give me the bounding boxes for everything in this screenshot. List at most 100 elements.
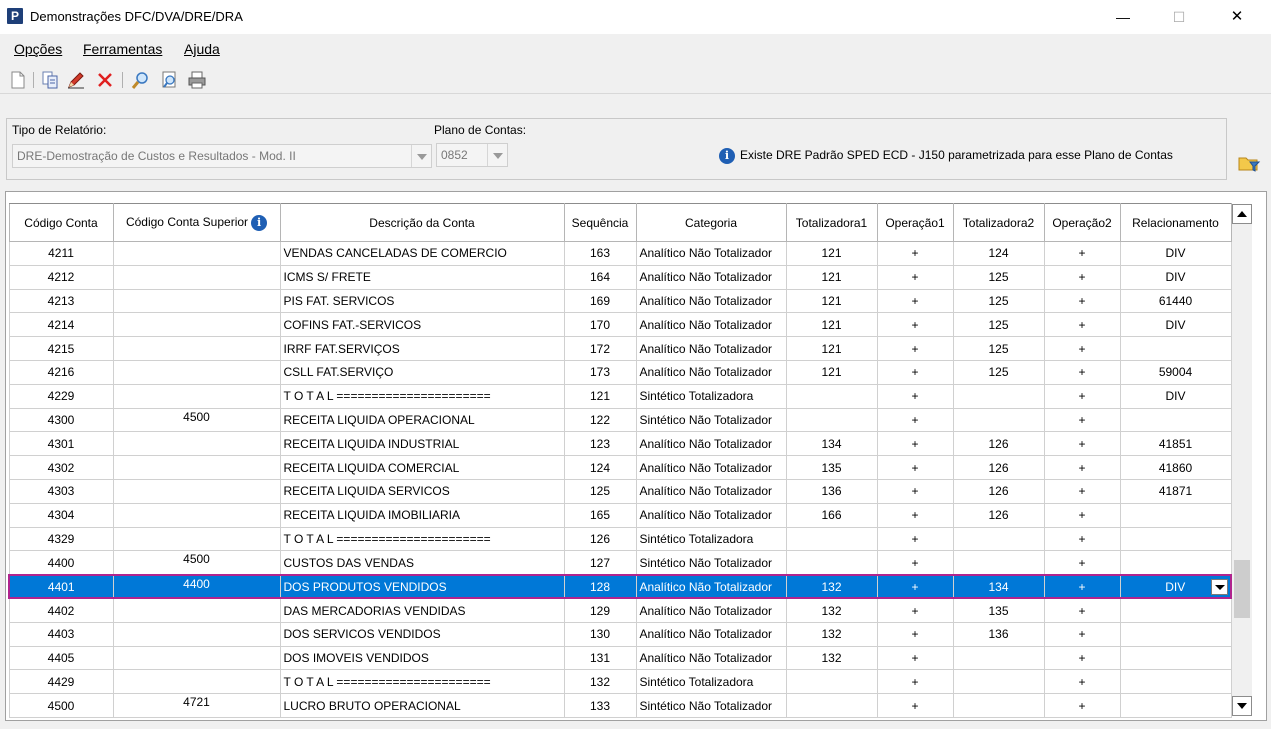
cell-categoria[interactable]: Sintético Totalizadora (635, 669, 787, 695)
cell-operacao1[interactable]: + (876, 431, 954, 457)
cell-categoria[interactable]: Analítico Não Totalizador (635, 359, 787, 385)
cell-totalizadora1[interactable]: 121 (785, 264, 878, 290)
cell-codigo-conta[interactable]: 4500 (8, 693, 114, 718)
cell-descricao[interactable]: RECEITA LIQUIDA OPERACIONAL (279, 407, 565, 433)
cell-codigo-superior[interactable] (112, 645, 281, 671)
cell-codigo-superior[interactable] (112, 455, 281, 480)
menu-opcoes[interactable]: Opções (14, 41, 62, 57)
cell-sequencia[interactable]: 165 (563, 502, 637, 528)
table-row[interactable]: 4213 PIS FAT. SERVICOS 169 Analítico Não To… (8, 288, 1232, 314)
cell-codigo-superior[interactable] (112, 478, 281, 504)
cell-totalizadora1[interactable] (785, 550, 878, 576)
menu-ferramentas[interactable]: Ferramentas (83, 41, 162, 57)
cell-categoria[interactable]: Analítico Não Totalizador (635, 455, 787, 480)
cell-descricao[interactable]: T O T A L ====================== (279, 526, 565, 552)
col-header-categoria[interactable]: Categoria (635, 203, 787, 242)
cell-sequencia[interactable]: 170 (563, 312, 637, 338)
cell-sequencia[interactable]: 163 (563, 241, 637, 266)
cell-operacao2[interactable]: + (1043, 455, 1121, 480)
cell-descricao[interactable]: DOS IMOVEIS VENDIDOS (279, 645, 565, 671)
cell-descricao[interactable]: RECEITA LIQUIDA IMOBILIARIA (279, 502, 565, 528)
cell-totalizadora2[interactable]: 125 (952, 264, 1045, 290)
cell-relacionamento[interactable]: DIV (1119, 264, 1232, 290)
cell-codigo-conta[interactable]: 4302 (8, 455, 114, 480)
cell-codigo-conta[interactable]: 4401 (8, 573, 114, 600)
menu-ajuda[interactable]: Ajuda (184, 41, 220, 57)
cell-codigo-conta[interactable]: 4402 (8, 597, 114, 623)
cell-descricao[interactable]: DOS PRODUTOS VENDIDOS (279, 573, 565, 600)
table-row[interactable]: 4405 DOS IMOVEIS VENDIDOS 131 Analítico Não… (8, 645, 1232, 671)
cell-categoria[interactable]: Analítico Não Totalizador (635, 431, 787, 457)
cell-categoria[interactable]: Analítico Não Totalizador (635, 312, 787, 338)
cell-operacao1[interactable]: + (876, 407, 954, 433)
col-header-descricao[interactable]: Descrição da Conta (279, 203, 565, 242)
cell-sequencia[interactable]: 126 (563, 526, 637, 552)
chart-of-accounts-select[interactable]: 0852 (436, 143, 508, 167)
cell-descricao[interactable]: DOS SERVICOS VENDIDOS (279, 621, 565, 647)
table-row[interactable]: 4400 4500 CUSTOS DAS VENDAS 127 Sintético Nã… (8, 550, 1232, 576)
cell-operacao2[interactable]: + (1043, 502, 1121, 528)
cell-sequencia[interactable]: 169 (563, 288, 637, 314)
search-magnifier-icon[interactable] (131, 70, 151, 90)
copy-icon[interactable] (40, 70, 60, 90)
cell-operacao2[interactable]: + (1043, 264, 1121, 290)
cell-categoria[interactable]: Analítico Não Totalizador (635, 241, 787, 266)
table-row[interactable]: 4329 T O T A L ====================== 126 S… (8, 526, 1232, 552)
cell-descricao[interactable]: T O T A L ====================== (279, 383, 565, 409)
cell-totalizadora2[interactable]: 125 (952, 288, 1045, 314)
cell-categoria[interactable]: Analítico Não Totalizador (635, 502, 787, 528)
cell-totalizadora1[interactable]: 132 (785, 621, 878, 647)
cell-relacionamento[interactable]: 41860 (1119, 455, 1232, 480)
col-header-codigo-conta[interactable]: Código Conta (8, 203, 114, 242)
cell-sequencia[interactable]: 164 (563, 264, 637, 290)
cell-codigo-superior[interactable] (112, 669, 281, 695)
cell-codigo-conta[interactable]: 4400 (8, 550, 114, 576)
cell-operacao2[interactable]: + (1043, 431, 1121, 457)
cell-totalizadora1[interactable]: 134 (785, 431, 878, 457)
cell-sequencia[interactable]: 130 (563, 621, 637, 647)
col-header-operacao1[interactable]: Operação1 (876, 203, 954, 242)
cell-sequencia[interactable]: 131 (563, 645, 637, 671)
folder-filter-icon[interactable] (1237, 152, 1261, 174)
cell-codigo-superior[interactable] (112, 312, 281, 338)
cell-codigo-conta[interactable]: 4216 (8, 359, 114, 385)
cell-operacao2[interactable]: + (1043, 573, 1121, 600)
table-row[interactable]: 4300 4500 RECEITA LIQUIDA OPERACIONAL 122 Si… (8, 407, 1232, 433)
col-header-sequencia[interactable]: Sequência (563, 203, 637, 242)
chevron-down-icon[interactable] (1211, 578, 1228, 595)
cell-codigo-conta[interactable]: 4303 (8, 478, 114, 504)
cell-categoria[interactable]: Analítico Não Totalizador (635, 645, 787, 671)
cell-codigo-conta[interactable]: 4405 (8, 645, 114, 671)
table-row[interactable]: 4500 4721 LUCRO BRUTO OPERACIONAL 133 Sintét… (8, 693, 1232, 718)
table-row[interactable]: 4401 4400 DOS PRODUTOS VENDIDOS 128 Analític… (8, 573, 1232, 600)
cell-relacionamento[interactable]: DIV (1119, 383, 1232, 409)
cell-codigo-superior[interactable]: 4721 (112, 693, 281, 718)
table-row[interactable]: 4429 T O T A L ====================== 132 S… (8, 669, 1232, 695)
cell-codigo-superior[interactable] (112, 597, 281, 623)
cell-operacao1[interactable]: + (876, 383, 954, 409)
cell-totalizadora2[interactable] (952, 526, 1045, 552)
cell-categoria[interactable]: Analítico Não Totalizador (635, 264, 787, 290)
cell-relacionamento[interactable]: 59004 (1119, 359, 1232, 385)
cell-descricao[interactable]: COFINS FAT.-SERVICOS (279, 312, 565, 338)
cell-operacao1[interactable]: + (876, 264, 954, 290)
chevron-down-icon[interactable] (487, 144, 507, 166)
cell-relacionamento[interactable] (1119, 621, 1232, 647)
cell-relacionamento[interactable] (1119, 597, 1232, 623)
cell-codigo-superior[interactable] (112, 359, 281, 385)
cell-operacao2[interactable]: + (1043, 526, 1121, 552)
cell-relacionamento[interactable] (1119, 407, 1232, 433)
cell-relacionamento[interactable]: 61440 (1119, 288, 1232, 314)
table-row[interactable]: 4214 COFINS FAT.-SERVICOS 170 Analítico Não… (8, 312, 1232, 338)
cell-operacao1[interactable]: + (876, 573, 954, 600)
cell-descricao[interactable]: VENDAS CANCELADAS DE COMERCIO (279, 241, 565, 266)
cell-codigo-conta[interactable]: 4429 (8, 669, 114, 695)
cell-codigo-conta[interactable]: 4304 (8, 502, 114, 528)
cell-totalizadora1[interactable] (785, 383, 878, 409)
cell-totalizadora2[interactable] (952, 550, 1045, 576)
cell-codigo-superior[interactable]: 4500 (112, 407, 281, 433)
cell-categoria[interactable]: Sintético Não Totalizador (635, 407, 787, 433)
cell-operacao2[interactable]: + (1043, 478, 1121, 504)
cell-operacao2[interactable]: + (1043, 383, 1121, 409)
cell-operacao1[interactable]: + (876, 288, 954, 314)
